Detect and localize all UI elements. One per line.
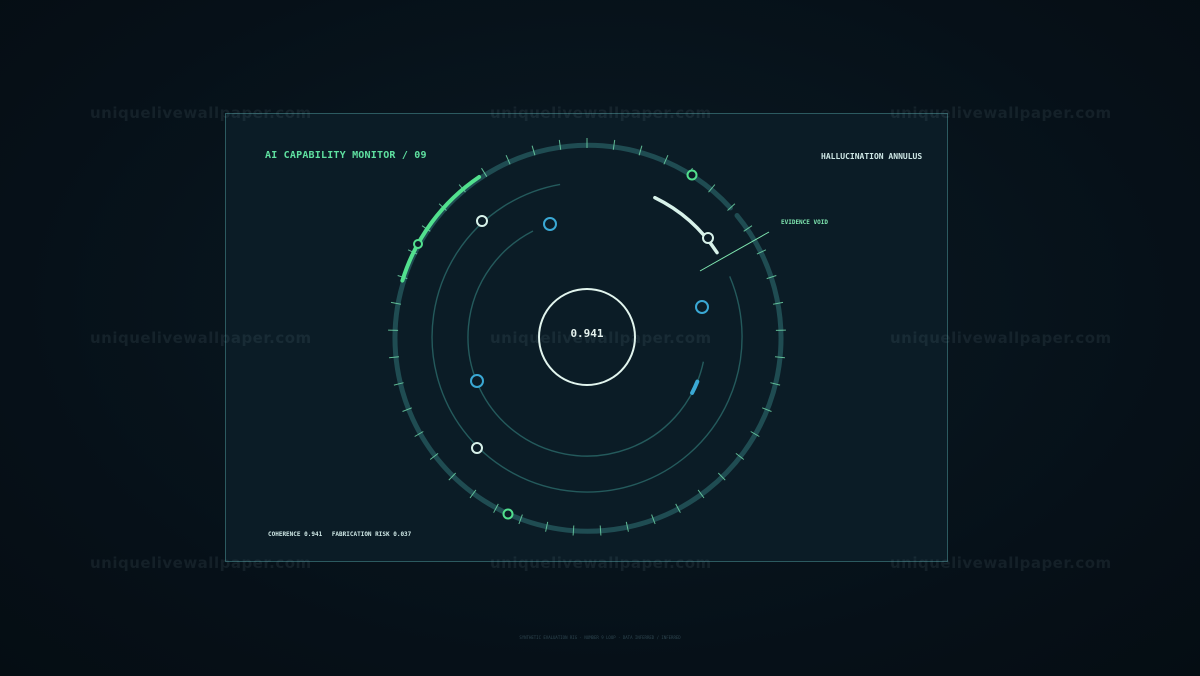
metrics-readout: COHERENCE 0.941 FABRICATION RISK 0.037 (268, 531, 417, 538)
cyan-node (470, 374, 484, 388)
footer-caption: SYNTHETIC EVALUATION RIG · NUMBER 9 LOOP… (519, 635, 681, 640)
green-highlight-arc (400, 175, 482, 283)
stage: AI CAPABILITY MONITOR / 09 HALLUCINATION… (0, 0, 1200, 676)
diagram-subtitle: HALLUCINATION ANNULUS (821, 152, 923, 161)
green-node (502, 508, 514, 520)
cyan-highlight-arc (690, 379, 700, 395)
white-node (702, 232, 714, 244)
cyan-node (695, 300, 709, 314)
tick-mark (572, 525, 575, 536)
tick-mark (599, 525, 602, 536)
inner-ring (467, 230, 705, 457)
coherence-metric: COHERENCE 0.941 (268, 531, 323, 538)
page-title: AI CAPABILITY MONITOR / 09 (265, 150, 427, 161)
evidence-void-label: EVIDENCE VOID (781, 219, 828, 226)
white-highlight-arc (653, 195, 719, 255)
fabrication-risk-metric: FABRICATION RISK 0.037 (331, 531, 412, 538)
tick-mark (774, 356, 785, 359)
center-value: 0.941 (570, 327, 604, 340)
highlight-arcs (400, 175, 719, 395)
white-node (471, 442, 483, 454)
white-node (476, 215, 488, 227)
green-node (413, 239, 423, 249)
node-markers (413, 169, 714, 520)
green-node (686, 169, 698, 181)
cyan-node (543, 217, 557, 231)
